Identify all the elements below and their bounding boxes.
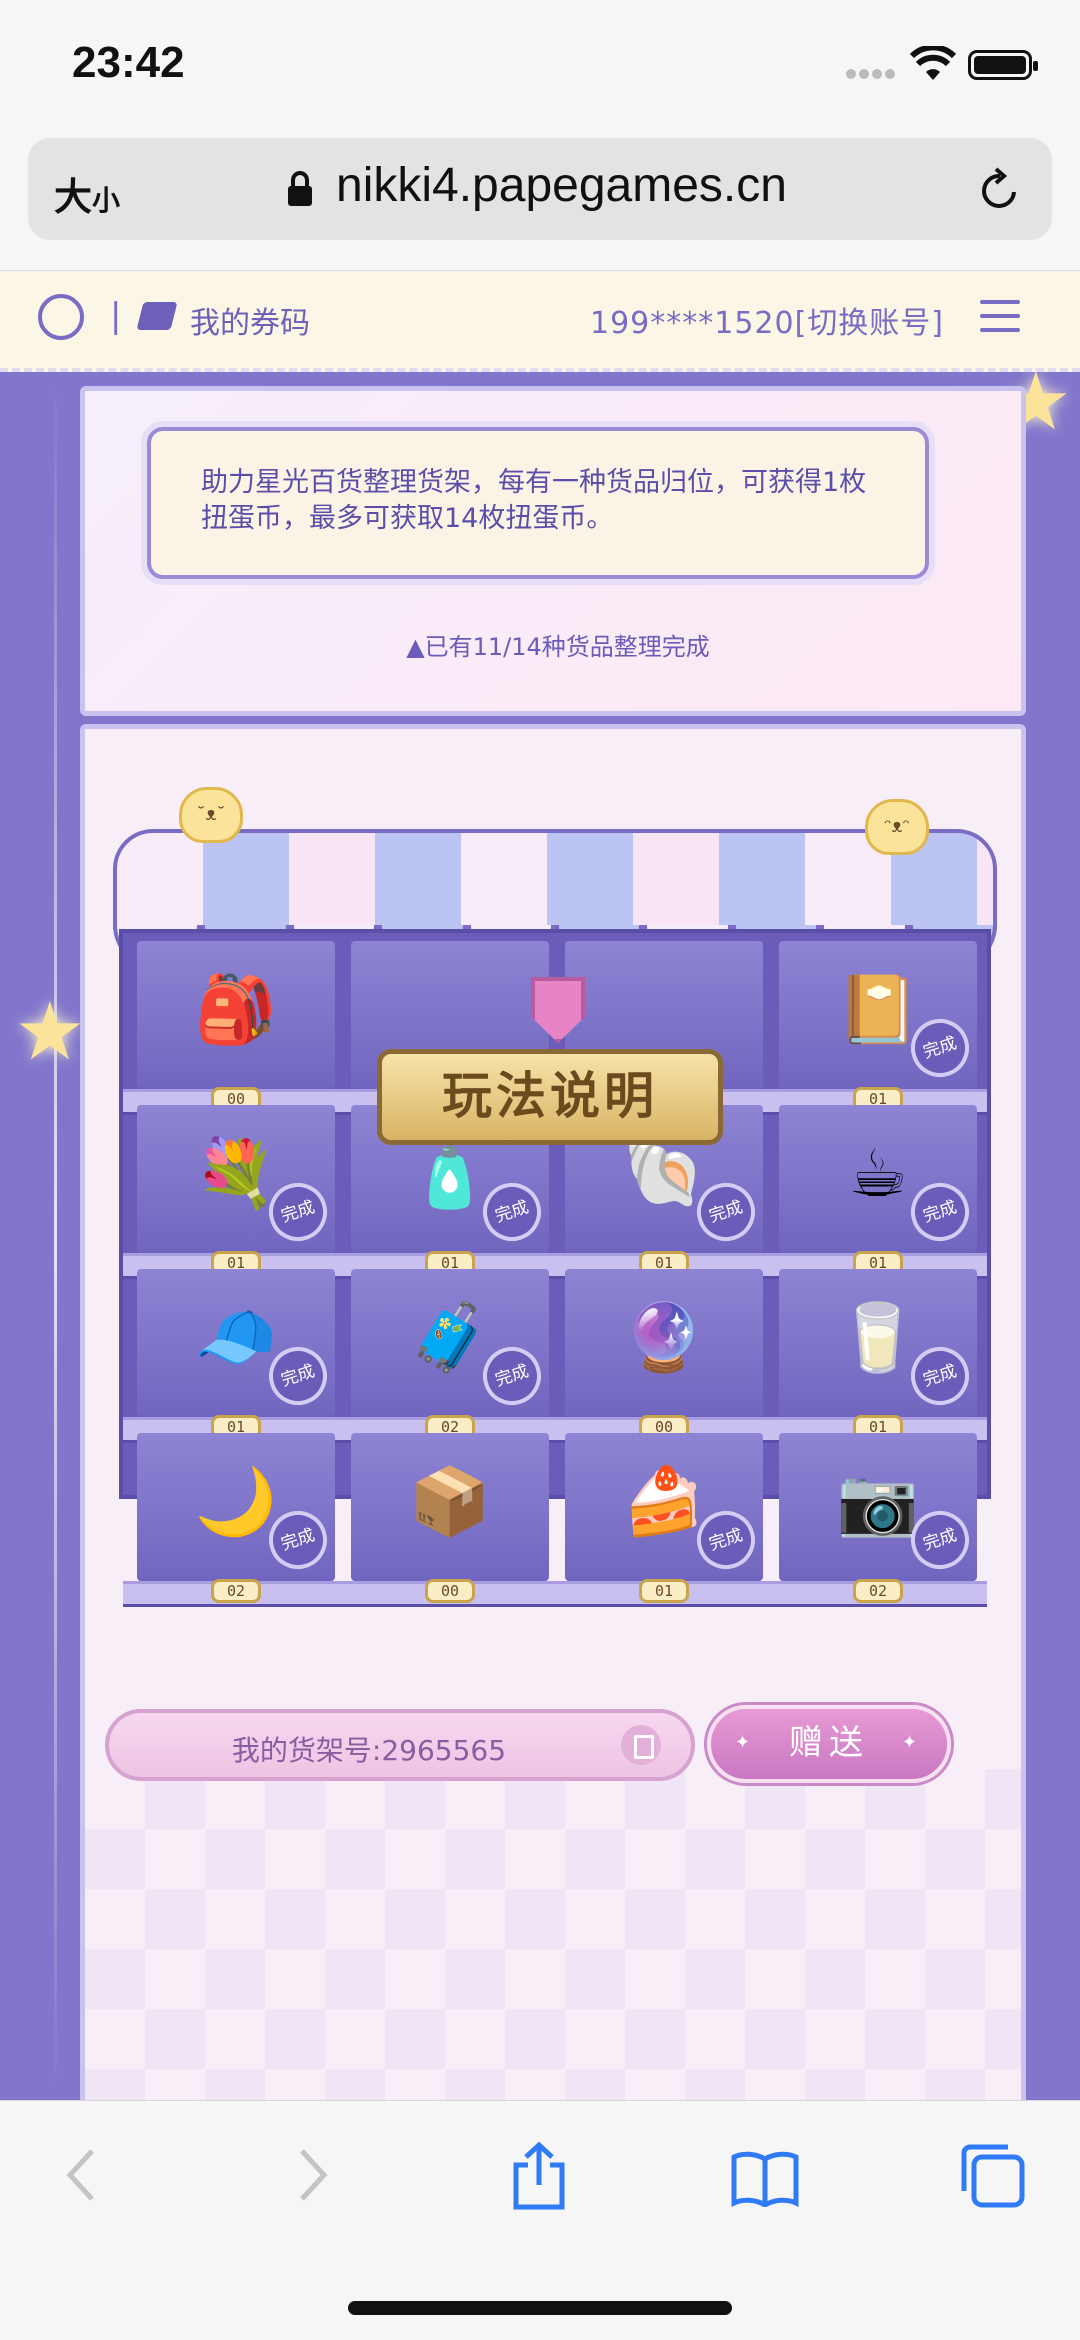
status-time: 23:42: [72, 38, 185, 87]
shelf-item-flower-basket[interactable]: 💐 完成: [137, 1105, 335, 1253]
text-size-large: 大: [54, 175, 93, 219]
info-panel: 助力星光百货整理货架，每有一种货品归位，可获得1枚扭蛋币，最多可获取14枚扭蛋币…: [80, 386, 1026, 716]
item-count: 02: [853, 1579, 903, 1603]
address-bar[interactable]: 大小 nikki4.papegames.cn: [28, 138, 1052, 240]
notice-text: 助力星光百货整理货架，每有一种货品归位，可获得1枚扭蛋币，最多可获取14枚扭蛋币…: [201, 467, 867, 534]
copy-icon[interactable]: [621, 1725, 661, 1765]
shelf-item-photo-album[interactable]: 📔 完成: [779, 941, 977, 1089]
suitcase-icon: 🧳: [408, 1299, 492, 1376]
event-page: ★ ★ 助力星光百货整理货架，每有一种货品归位，可获得1枚扭蛋币，最多可获取14…: [0, 372, 1080, 2100]
flower-basket-icon: 💐: [194, 1135, 278, 1212]
shelf-item-moon-pillow[interactable]: 🌙 完成: [137, 1433, 335, 1581]
home-indicator: [348, 2301, 732, 2315]
shelf-item-cat-hat[interactable]: 🧢 完成: [137, 1269, 335, 1417]
milk-box-icon: 🥛: [836, 1299, 920, 1376]
url-domain: nikki4.papegames.cn: [336, 159, 787, 212]
shelf-item-suitcase[interactable]: 🧳 完成: [351, 1269, 549, 1417]
rules-button[interactable]: 玩法说明: [377, 1049, 723, 1145]
wifi-icon: [910, 46, 956, 80]
tabs-icon[interactable]: [958, 2143, 1026, 2209]
shelf-panel: ˘ᴥ˘ ᵔᴥᵔ 🎒 00 📔 完成 01 💐 完成 01 🧴 完成 01 🐚 完成 01 ☕ 完成 01 🧢 完成 0…: [80, 724, 1026, 2100]
progress-text: ▲已有11/14种货品整理完成: [406, 633, 710, 661]
signal-icon: [846, 69, 895, 79]
camera-icon: 📷: [836, 1463, 920, 1540]
cat-hat-icon: 🧢: [194, 1299, 278, 1376]
forward-icon[interactable]: [292, 2145, 332, 2205]
item-count: 02: [211, 1579, 261, 1603]
notice-box: 助力星光百货整理货架，每有一种货品归位，可获得1枚扭蛋币，最多可获取14枚扭蛋币…: [147, 427, 929, 579]
ticket-icon[interactable]: [136, 302, 178, 330]
gift-button[interactable]: 赠送: [707, 1705, 951, 1783]
shelf-item-nikki-box[interactable]: 📦: [351, 1433, 549, 1581]
lock-icon: [288, 171, 312, 206]
back-icon[interactable]: [62, 2145, 102, 2205]
awning: [113, 829, 997, 929]
text-size-button[interactable]: 大小: [54, 166, 120, 221]
cat-icon: ˘ᴥ˘: [179, 787, 243, 843]
item-count: 00: [425, 1579, 475, 1603]
shelf-item-cake[interactable]: 🍰 完成: [565, 1433, 763, 1581]
backpack-icon: 🎒: [194, 971, 278, 1048]
shelf-item-milk-box[interactable]: 🥛 完成: [779, 1269, 977, 1417]
shelf-item-backpack[interactable]: 🎒: [137, 941, 335, 1089]
moon-pillow-icon: 🌙: [194, 1463, 278, 1540]
account-switch-link[interactable]: 199****1520[切换账号]: [590, 298, 944, 342]
shelf-item-bunny-cup[interactable]: ☕ 完成: [779, 1105, 977, 1253]
decorative-line: [54, 372, 57, 2100]
bookmarks-icon[interactable]: [730, 2149, 800, 2207]
site-logo-icon[interactable]: [38, 294, 84, 340]
shelf-item-crystal-ball[interactable]: 🔮: [565, 1269, 763, 1417]
diamond-pattern: [85, 1769, 1021, 2100]
hamburger-menu-icon[interactable]: [980, 300, 1020, 342]
star-icon: ★: [14, 985, 86, 1078]
cat-icon: ᵔᴥᵔ: [865, 799, 929, 855]
status-bar: 23:42: [0, 0, 1080, 130]
bunny-cup-icon: ☕: [848, 1135, 908, 1212]
share-icon[interactable]: [510, 2141, 568, 2211]
battery-icon: [968, 50, 1038, 80]
item-count: 01: [639, 1579, 689, 1603]
shelf-id-label: 我的货架号:2965565: [231, 1734, 507, 1767]
store-shelf: ˘ᴥ˘ ᵔᴥᵔ 🎒 00 📔 完成 01 💐 完成 01 🧴 完成 01 🐚 完成 01 ☕ 完成 01 🧢 完成 0…: [105, 787, 1005, 1607]
browser-address-area: 大小 nikki4.papegames.cn: [0, 130, 1080, 271]
nikki-box-icon: 📦: [408, 1463, 492, 1540]
crystal-ball-icon: 🔮: [622, 1299, 706, 1376]
shelf-id-bar: 我的货架号:2965565: [105, 1709, 695, 1781]
text-size-small: 小: [92, 184, 121, 217]
shelf-item-camera[interactable]: 📷 完成: [779, 1433, 977, 1581]
my-coupons-link[interactable]: 我的券码: [190, 298, 310, 342]
photo-album-icon: 📔: [836, 971, 920, 1048]
cake-icon: 🍰: [622, 1463, 706, 1540]
reload-icon[interactable]: [976, 166, 1024, 214]
site-header: | 我的券码 199****1520[切换账号]: [0, 272, 1080, 372]
header-separator: |: [110, 296, 122, 336]
